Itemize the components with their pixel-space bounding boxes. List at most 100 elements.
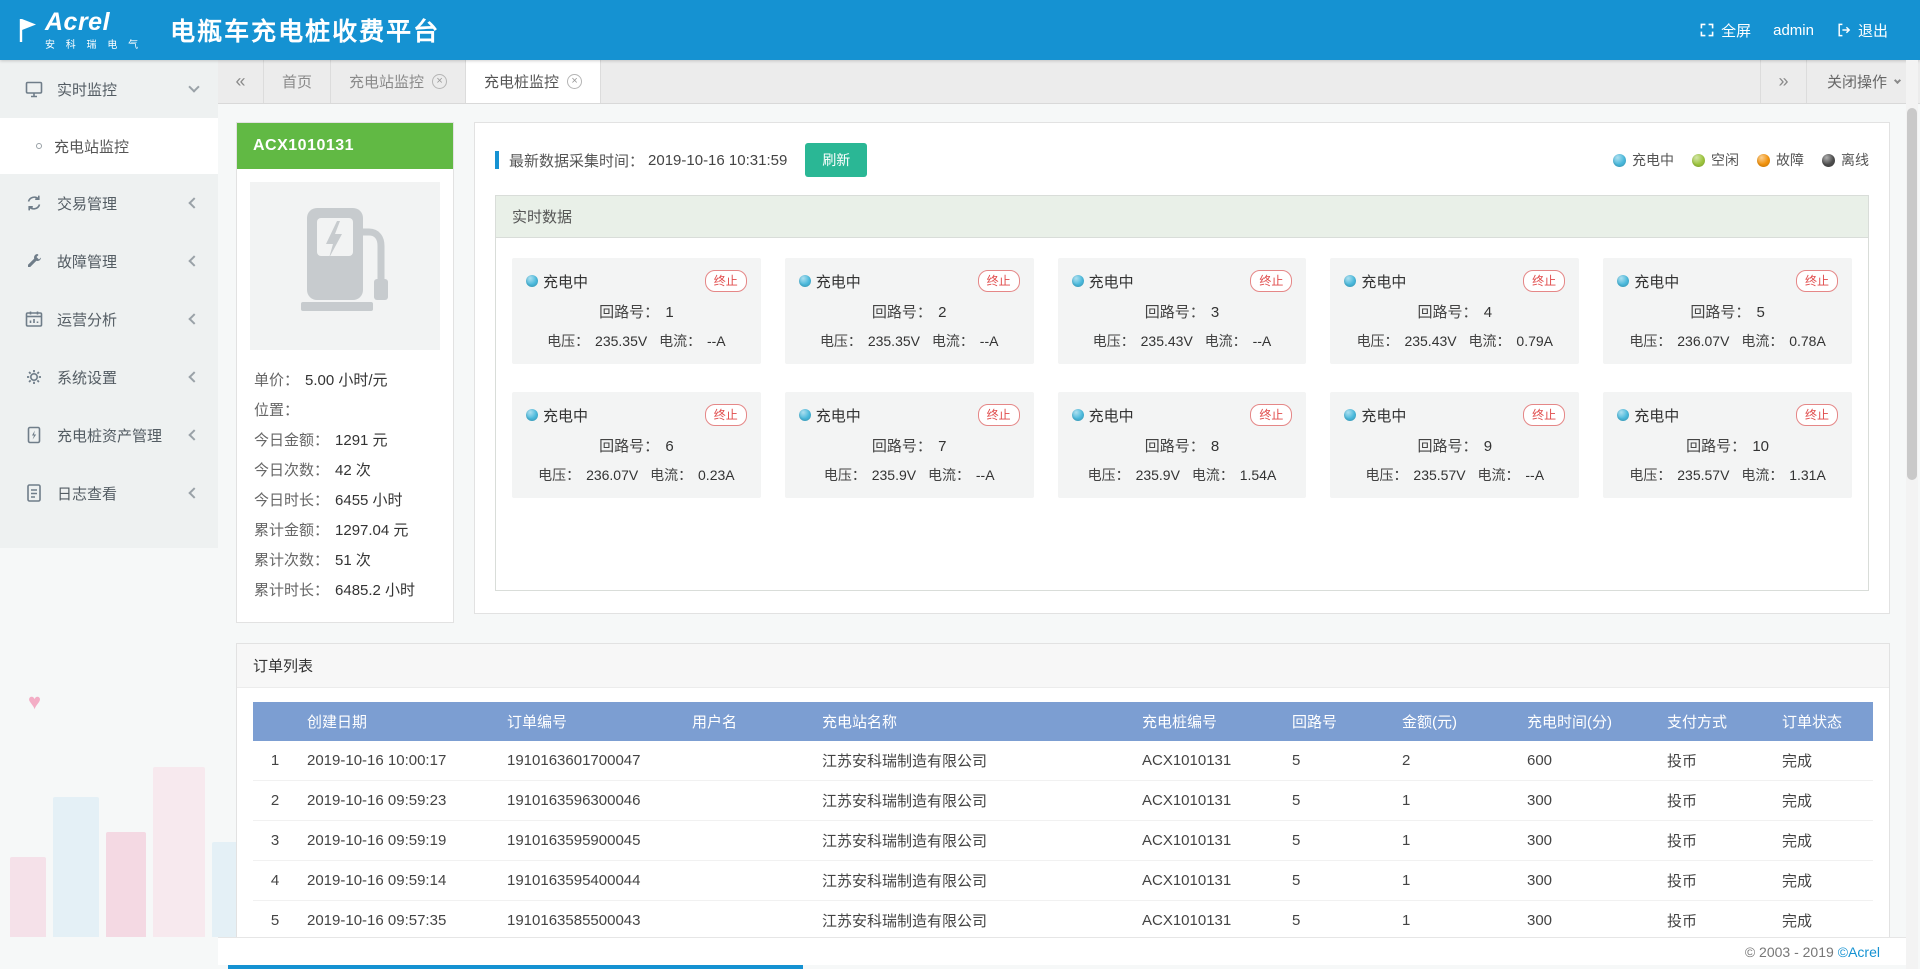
status-label: 充电中 xyxy=(1634,271,1679,292)
sidebar-subitem-station-monitor[interactable]: 充电站监控 xyxy=(0,118,218,174)
fault-icon xyxy=(24,251,44,271)
horizontal-scrollbar-thumb[interactable] xyxy=(228,965,803,969)
tabs-scroll-left-button[interactable]: « xyxy=(218,60,264,103)
double-chevron-left-icon: « xyxy=(235,71,245,92)
charging-status-dot xyxy=(799,275,811,287)
terminate-button[interactable]: 终止 xyxy=(978,270,1020,292)
circuit-card: 充电中 终止 回路号： 3 xyxy=(1058,258,1307,364)
username[interactable]: admin xyxy=(1767,18,1820,43)
cell-order-status: 完成 xyxy=(1772,821,1873,861)
chevron-down-icon xyxy=(188,81,199,92)
vertical-scrollbar-thumb[interactable] xyxy=(1907,108,1917,480)
close-operations-button[interactable]: 关闭操作 xyxy=(1806,60,1920,103)
current-label: 电流： xyxy=(1741,467,1783,483)
cell-charge-minutes: 600 xyxy=(1517,741,1657,781)
cell-station-name: 江苏安科瑞制造有限公司 xyxy=(812,821,1132,861)
sidebar-item-label: 实时监控 xyxy=(57,79,117,100)
logo-flag-icon xyxy=(18,17,38,43)
header-right: 全屏 admin 退出 xyxy=(1693,16,1894,45)
cell-order-number: 1910163585500043 xyxy=(497,901,682,941)
stat-label: 累计次数： xyxy=(254,546,329,576)
close-tab-icon[interactable]: × xyxy=(432,74,447,89)
current-label: 电流： xyxy=(650,467,692,483)
sidebar-item-realtime-monitor[interactable]: 实时监控 xyxy=(0,60,218,118)
voltage-value: 235.43V xyxy=(1404,333,1456,349)
copyright-text: © 2003 - 2019 xyxy=(1745,944,1834,960)
chevron-left-icon xyxy=(188,197,199,208)
stat-value: 5.00 小时/元 xyxy=(305,366,388,396)
terminate-button[interactable]: 终止 xyxy=(705,270,747,292)
circuit-label: 回路号： xyxy=(1686,438,1746,455)
voltage-value: 235.57V xyxy=(1413,467,1465,483)
sidebar-item-transaction[interactable]: 交易管理 xyxy=(0,174,218,232)
terminate-button[interactable]: 终止 xyxy=(1523,270,1565,292)
stat-label: 今日时长： xyxy=(254,486,329,516)
charging-pile-icon xyxy=(24,425,44,445)
circuit-card: 充电中 终止 回路号： 2 xyxy=(785,258,1034,364)
sidebar-item-label: 日志查看 xyxy=(57,483,117,504)
circuit-label: 回路号： xyxy=(1145,438,1205,455)
circuit-label: 回路号： xyxy=(1690,304,1750,321)
tab-label: 充电桩监控 xyxy=(484,71,559,92)
sidebar-subitem-label: 充电站监控 xyxy=(54,136,129,157)
current-label: 电流： xyxy=(1741,333,1783,349)
stat-label: 位置： xyxy=(254,396,299,426)
chevron-left-icon xyxy=(188,313,199,324)
terminate-button[interactable]: 终止 xyxy=(1796,404,1838,426)
collect-time-value: 2019-10-16 10:31:59 xyxy=(648,152,787,169)
tabs-scroll-right-button[interactable]: » xyxy=(1760,60,1806,103)
cell-order-status: 完成 xyxy=(1772,901,1873,941)
tab-station-monitor[interactable]: 充电站监控 × xyxy=(331,60,466,103)
circuit-number: 2 xyxy=(938,304,946,321)
cell-charge-minutes: 300 xyxy=(1517,901,1657,941)
status-label: 充电中 xyxy=(543,271,588,292)
sidebar-item-logs[interactable]: 日志查看 xyxy=(0,464,218,522)
terminate-button[interactable]: 终止 xyxy=(1250,270,1292,292)
column-header: 充电桩编号 xyxy=(1132,702,1282,741)
terminate-button[interactable]: 终止 xyxy=(705,404,747,426)
stat-value: 1291 元 xyxy=(335,426,388,456)
circuit-card: 充电中 终止 回路号： 4 xyxy=(1330,258,1579,364)
cell-pay-method: 投币 xyxy=(1657,821,1772,861)
sidebar-item-fault[interactable]: 故障管理 xyxy=(0,232,218,290)
sidebar-item-asset-management[interactable]: 充电桩资产管理 xyxy=(0,406,218,464)
terminate-button[interactable]: 终止 xyxy=(978,404,1020,426)
fullscreen-icon xyxy=(1699,22,1715,38)
cell-pile-number: ACX1010131 xyxy=(1132,741,1282,781)
terminate-button[interactable]: 终止 xyxy=(1250,404,1292,426)
current-value: 0.78A xyxy=(1789,333,1826,349)
terminate-button[interactable]: 终止 xyxy=(1523,404,1565,426)
orders-title: 订单列表 xyxy=(237,644,1889,688)
row-index: 2 xyxy=(253,781,297,821)
refresh-button[interactable]: 刷新 xyxy=(805,143,867,177)
sidebar-item-settings[interactable]: 系统设置 xyxy=(0,348,218,406)
circuit-label: 回路号： xyxy=(872,304,932,321)
sidebar-menu: 实时监控 充电站监控 交易管理 故障管理 xyxy=(0,60,218,548)
logout-button[interactable]: 退出 xyxy=(1830,16,1894,45)
sidebar-item-label: 故障管理 xyxy=(57,251,117,272)
cell-username xyxy=(682,781,812,821)
device-stat: 今日时长： 6455 小时 xyxy=(250,486,440,516)
terminate-button[interactable]: 终止 xyxy=(1796,270,1838,292)
cell-circuit-number: 5 xyxy=(1282,901,1392,941)
sidebar-item-analysis[interactable]: 运营分析 xyxy=(0,290,218,348)
status-label: 充电中 xyxy=(543,405,588,426)
cell-pile-number: ACX1010131 xyxy=(1132,781,1282,821)
current-label: 电流： xyxy=(1192,467,1234,483)
tab-pile-monitor[interactable]: 充电桩监控 × xyxy=(466,60,601,103)
device-stat: 累计次数： 51 次 xyxy=(250,546,440,576)
device-stat: 累计金额： 1297.04 元 xyxy=(250,516,440,546)
current-label: 电流： xyxy=(928,467,970,483)
vertical-scrollbar-track[interactable] xyxy=(1906,60,1918,969)
footer: © 2003 - 2019 ©Acrel xyxy=(218,937,1906,965)
fullscreen-button[interactable]: 全屏 xyxy=(1693,16,1757,45)
logo-subtext: 安 科 瑞 电 气 xyxy=(45,36,142,51)
close-tab-icon[interactable]: × xyxy=(567,74,582,89)
acrel-logo: Acrel 安 科 瑞 电 气 xyxy=(18,9,142,51)
row-index: 4 xyxy=(253,861,297,901)
tab-home[interactable]: 首页 xyxy=(264,60,331,103)
log-icon xyxy=(24,483,44,503)
cell-station-name: 江苏安科瑞制造有限公司 xyxy=(812,741,1132,781)
circuit-card: 充电中 终止 回路号： 5 xyxy=(1603,258,1852,364)
cell-order-status: 完成 xyxy=(1772,861,1873,901)
